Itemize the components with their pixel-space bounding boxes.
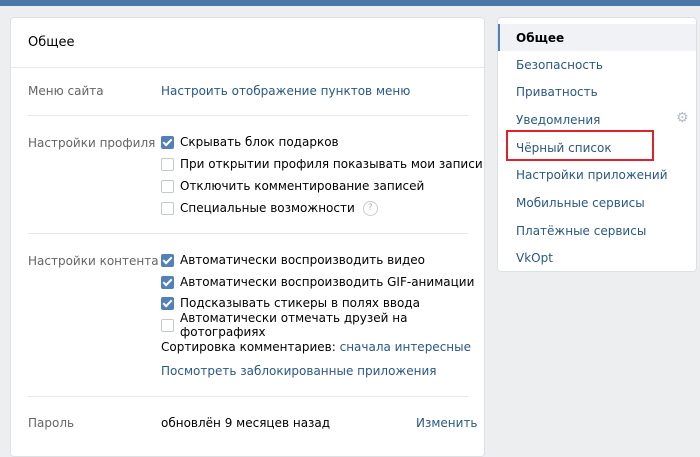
content-settings-label: Настройки контента <box>28 254 159 268</box>
checkbox-unchecked[interactable] <box>161 201 174 215</box>
comment-sort-row: Сортировка комментариев: сначала интерес… <box>161 340 471 354</box>
sidebar-item-security[interactable]: Безопасность <box>498 51 696 78</box>
checkbox-tag-friends[interactable]: Автоматически отмечать друзей на фотогра… <box>161 311 484 339</box>
sidebar-item-app-settings[interactable]: Настройки приложений <box>498 161 696 188</box>
checkbox-disable-comments[interactable]: Отключить комментирование записей <box>161 177 424 195</box>
divider <box>28 233 468 234</box>
checkbox-label: Автоматически воспроизводить видео <box>180 253 426 267</box>
checkbox-label: При открытии профиля показывать мои запи… <box>180 157 483 171</box>
divider <box>28 115 468 116</box>
panel-header: Общее <box>11 18 484 68</box>
divider <box>28 396 468 397</box>
checkbox-label: Подсказывать стикеры в полях ввода <box>180 296 420 310</box>
checkbox-accessibility[interactable]: Специальные возможности ? <box>161 199 378 217</box>
sidebar-item-privacy[interactable]: Приватность <box>498 78 696 105</box>
checkbox-suggest-stickers[interactable]: Подсказывать стикеры в полях ввода <box>161 294 420 312</box>
password-status: обновлён 9 месяцев назад <box>161 416 331 430</box>
checkbox-checked[interactable] <box>161 296 174 310</box>
comment-sort-label: Сортировка комментариев: <box>161 340 336 354</box>
sidebar-item-vkopt[interactable]: VkOpt <box>498 244 696 271</box>
checkbox-label: Отключить комментирование записей <box>180 179 425 193</box>
checkbox-unchecked[interactable] <box>161 318 174 332</box>
checkbox-show-my-posts[interactable]: При открытии профиля показывать мои запи… <box>161 155 483 173</box>
password-label: Пароль <box>28 416 75 430</box>
checkbox-checked[interactable] <box>161 253 174 267</box>
checkbox-autoplay-gif[interactable]: Автоматически воспроизводить GIF-анимаци… <box>161 273 474 291</box>
gear-icon[interactable]: ⚙ <box>676 111 690 125</box>
menu-site-label: Меню сайта <box>28 84 104 98</box>
checkbox-autoplay-video[interactable]: Автоматически воспроизводить видео <box>161 251 425 269</box>
checkbox-label: Автоматически воспроизводить GIF-анимаци… <box>180 275 475 289</box>
page-title: Общее <box>28 35 75 50</box>
settings-panel: Общее Меню сайта Настроить отображение п… <box>10 17 485 457</box>
top-header-bar <box>0 0 700 6</box>
change-password-link[interactable]: Изменить <box>416 416 478 430</box>
configure-menu-link[interactable]: Настроить отображение пунктов меню <box>161 84 410 98</box>
blocked-apps-link[interactable]: Посмотреть заблокированные приложения <box>161 364 437 378</box>
checkbox-label: Специальные возможности <box>180 201 355 215</box>
sidebar-item-payment-services[interactable]: Платёжные сервисы <box>498 217 696 244</box>
checkbox-unchecked[interactable] <box>161 157 174 171</box>
checkbox-checked[interactable] <box>161 135 174 149</box>
profile-settings-label: Настройки профиля <box>28 136 156 150</box>
sidebar-item-general[interactable]: Общее <box>498 24 696 51</box>
checkbox-unchecked[interactable] <box>161 179 174 193</box>
checkbox-label: Автоматически отмечать друзей на фотогра… <box>180 311 408 339</box>
checkbox-hide-gifts[interactable]: Скрывать блок подарков <box>161 133 339 151</box>
checkbox-checked[interactable] <box>161 275 174 289</box>
sidebar-item-mobile-services[interactable]: Мобильные сервисы <box>498 189 696 216</box>
highlight-box <box>506 130 654 161</box>
comment-sort-dropdown[interactable]: сначала интересные <box>340 340 471 354</box>
sidebar-item-notifications[interactable]: Уведомления <box>498 106 696 133</box>
checkbox-label: Скрывать блок подарков <box>180 135 339 149</box>
help-icon[interactable]: ? <box>362 200 378 216</box>
